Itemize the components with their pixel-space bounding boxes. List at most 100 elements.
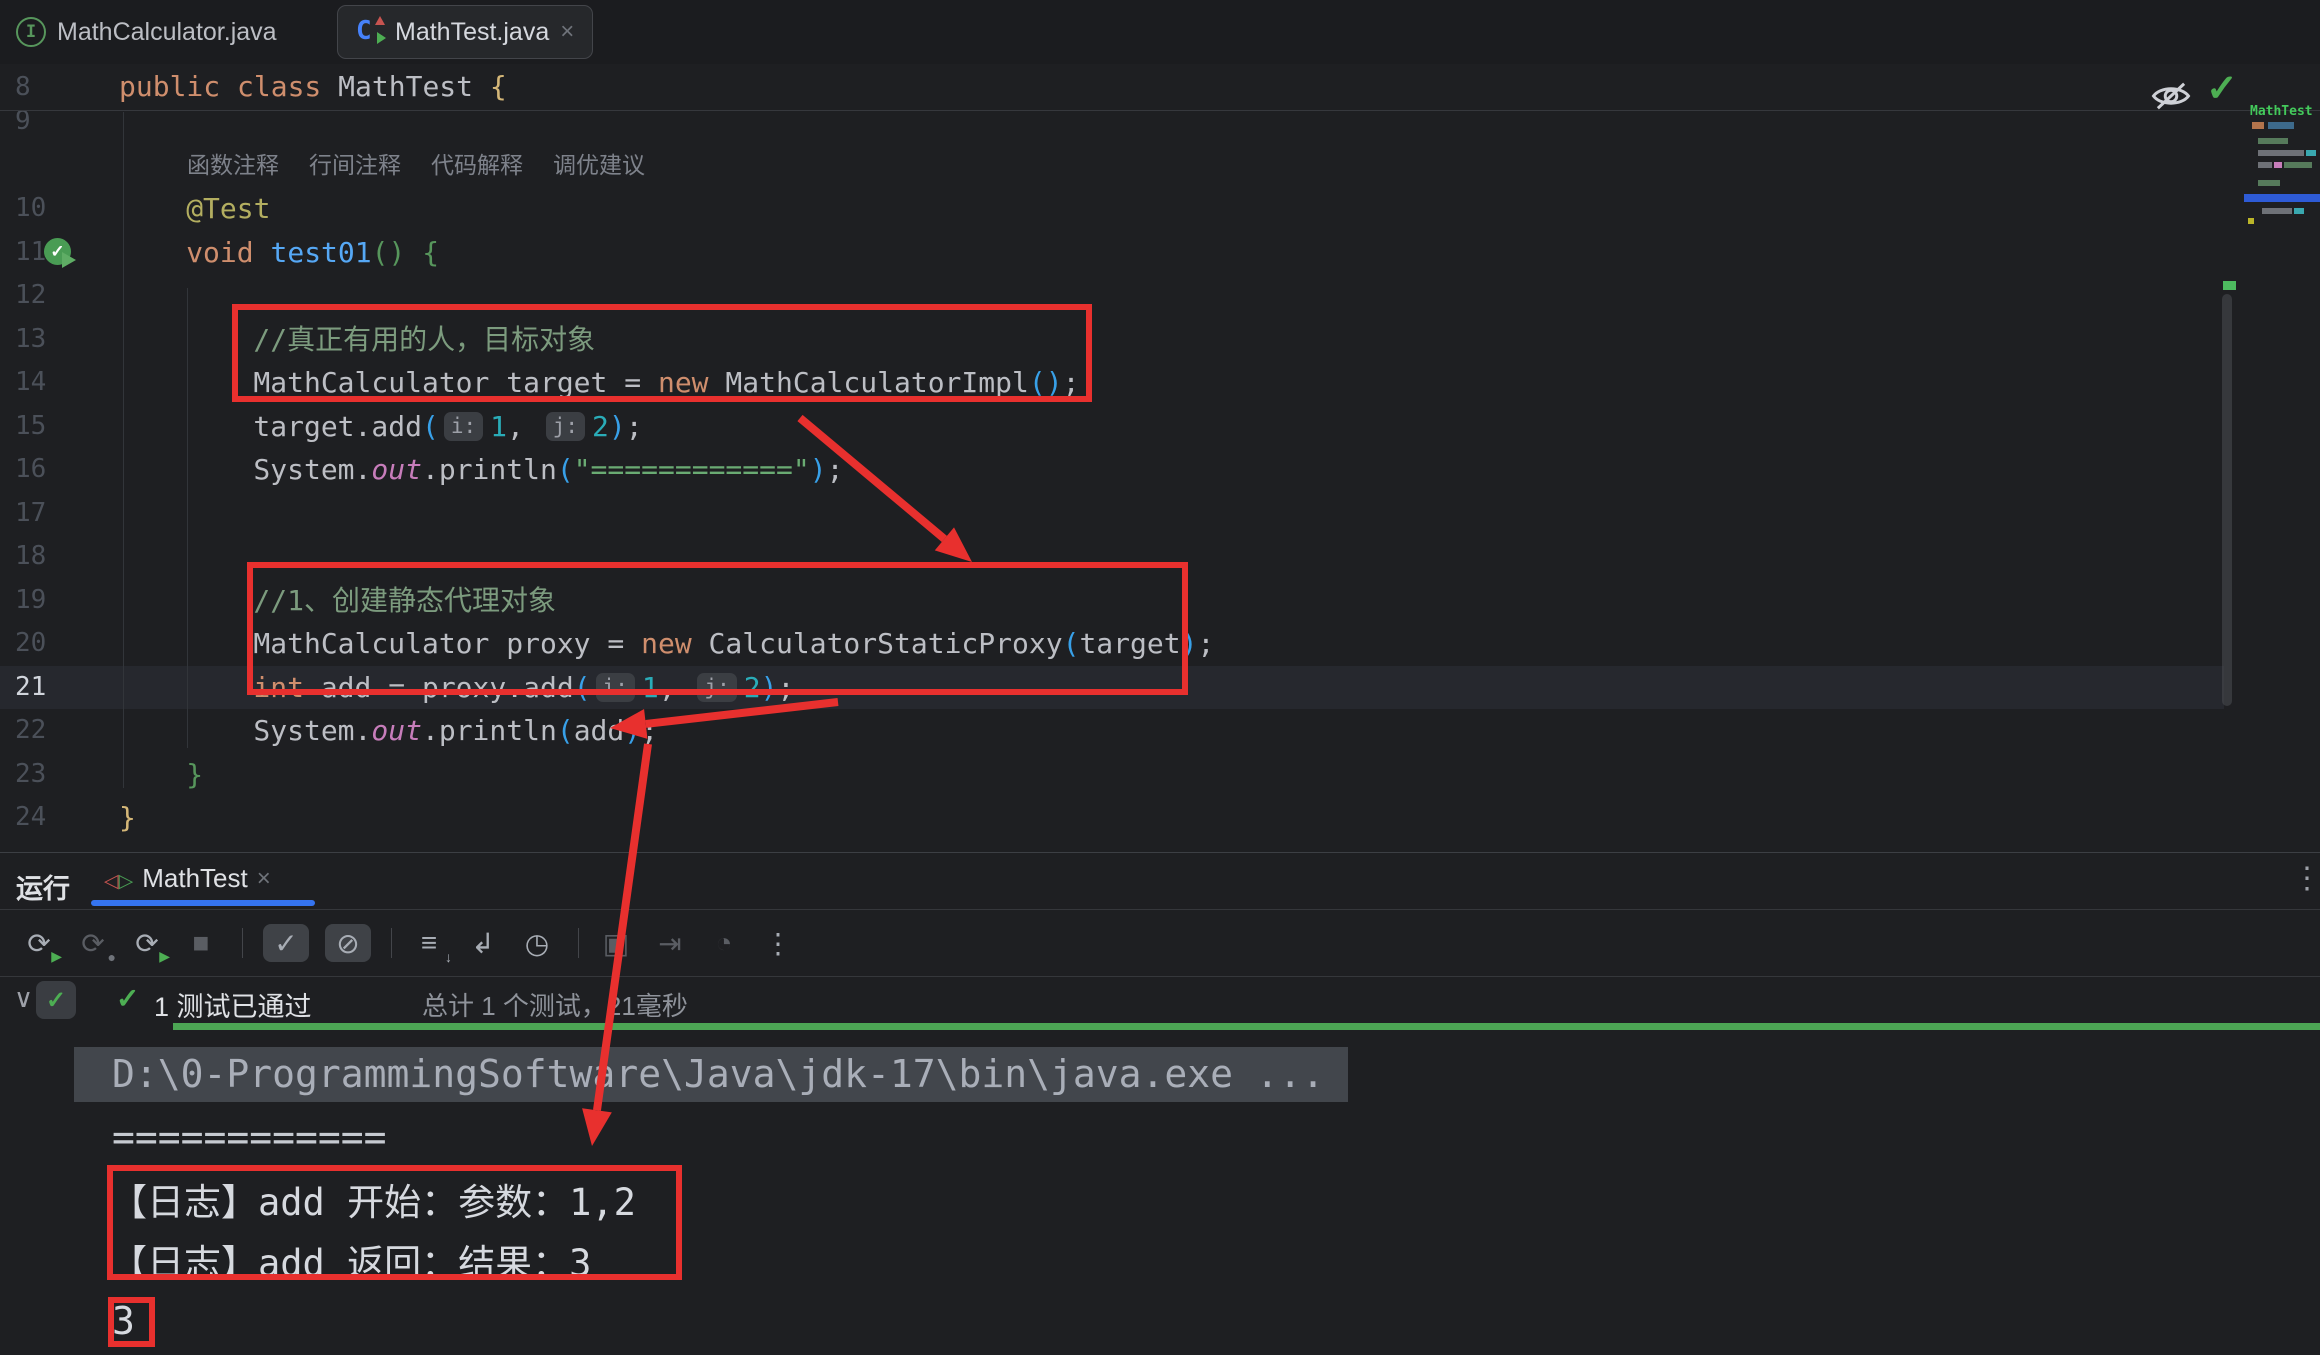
run-tab-label: MathTest <box>142 863 248 894</box>
coverage-button[interactable]: ◔ <box>699 921 749 965</box>
stop-button[interactable]: ■ <box>176 921 226 965</box>
test-root-check-icon[interactable]: ✓ <box>36 981 76 1019</box>
code-line-21[interactable]: 21 int add = proxy.add(i:1, j:2); <box>0 666 2320 710</box>
minimap-code-bar <box>2252 122 2264 129</box>
minimap-code-bar <box>2294 208 2304 214</box>
scrollbar-change-marker <box>2223 281 2236 290</box>
console-result-line: 3 <box>112 1295 135 1347</box>
rerun-tests-button[interactable]: ⟳▶ <box>14 921 64 965</box>
minimap-code-bar <box>2258 138 2288 144</box>
icon-badge: ↓ <box>445 949 452 965</box>
line-number: 14 <box>15 361 85 405</box>
code-text: MathCalculator proxy = new CalculatorSta… <box>253 622 1214 666</box>
show-passed-toggle[interactable]: ✓ <box>263 924 309 962</box>
tests-passed-label: 1 测试已通过 <box>154 985 312 1024</box>
interface-icon: I <box>16 17 46 47</box>
line-number: 10 <box>15 187 85 231</box>
run-tab-mathtest[interactable]: ◁▷ MathTest × <box>104 863 271 894</box>
show-ignored-toggle[interactable]: ⊘ <box>325 924 371 962</box>
passed-check-icon: ✓ <box>116 982 139 1015</box>
tests-summary-label: 总计 1 个测试，21毫秒 <box>422 986 688 1023</box>
test-status-row: ∨ ✓ ✓ 1 测试已通过 总计 1 个测试，21毫秒 <box>0 977 2320 1023</box>
inlay-hint-row[interactable]: 函数注释行间注释代码解释调优建议 <box>0 144 2320 188</box>
collapse-all-button[interactable]: ↲ <box>458 921 508 965</box>
reader-mode-eye-icon[interactable] <box>2150 78 2192 119</box>
line-number: 20 <box>15 622 85 666</box>
line-number: 15 <box>15 405 85 449</box>
rerun-failed-tests-button[interactable]: ⟳● <box>68 921 118 965</box>
more-options-icon[interactable]: ⋮ <box>2292 861 2320 896</box>
code-line-11[interactable]: 11void test01() { <box>0 231 2320 275</box>
parameter-hint-chip: i: <box>444 412 483 441</box>
code-line-24[interactable]: 24} <box>0 796 2320 840</box>
run-panel-title: 运行 <box>16 867 70 906</box>
test-passed-run-icon[interactable]: ✓ <box>44 238 71 265</box>
code-text: void test01() { <box>186 231 439 275</box>
toolbar-separator <box>242 928 243 958</box>
line-number: 13 <box>15 318 85 362</box>
more-options-button[interactable]: ⋮ <box>753 921 803 965</box>
minimap-code-bar <box>2268 122 2294 129</box>
code-line-19[interactable]: 19 //1、创建静态代理对象 <box>0 579 2320 623</box>
code-editor[interactable]: 9函数注释行间注释代码解释调优建议10@Test11void test01() … <box>0 100 2320 840</box>
no-problems-check-icon[interactable]: ✓ <box>2206 66 2238 111</box>
test-class-icon: C <box>356 18 384 46</box>
code-line-23[interactable]: 23} <box>0 753 2320 797</box>
minimap-class-label: MathTest <box>2250 104 2313 119</box>
minimap-code-bar <box>2306 150 2316 156</box>
code-line-17[interactable]: 17 <box>0 492 2320 536</box>
minimap-code-bar <box>2258 162 2272 168</box>
code-line-16[interactable]: 16System.out.println("============"); <box>0 448 2320 492</box>
parameter-hint-chip: j: <box>697 673 736 702</box>
line-number: 12 <box>15 274 85 318</box>
chevron-down-icon[interactable]: ∨ <box>14 983 33 1014</box>
line-number: 21 <box>15 666 85 710</box>
sticky-class-header-line[interactable]: 8 public class MathTest { <box>0 64 2320 111</box>
console-log-start-line: 【日志】add 开始：参数：1,2 <box>110 1176 636 1230</box>
tab-mathtest-java[interactable]: C MathTest.java × <box>337 5 593 59</box>
minimap-code-bar <box>2262 208 2292 214</box>
junit-run-icon: ◁▷ <box>104 863 133 894</box>
icon-badge: ▶ <box>159 948 170 965</box>
code-text: //1、创建静态代理对象 <box>253 579 556 623</box>
test-history-button[interactable]: ◷ <box>512 921 562 965</box>
minimap-code-bar <box>2248 218 2254 224</box>
code-line-20[interactable]: 20 MathCalculator proxy = new CalculatorS… <box>0 622 2320 666</box>
code-line-14[interactable]: 14 MathCalculator target = new MathCalcul… <box>0 361 2320 405</box>
console-log-return-line: 【日志】add 返回：结果：3 <box>110 1237 591 1291</box>
line-number: 19 <box>15 579 85 623</box>
code-text: } <box>186 753 203 797</box>
tab-mathcalculator-java[interactable]: I MathCalculator.java <box>16 0 277 64</box>
editor-scrollbar[interactable] <box>2222 294 2232 706</box>
parameter-hint-chip: j: <box>546 412 585 441</box>
code-line-22[interactable]: 22System.out.println(add); <box>0 709 2320 753</box>
icon-badge: ● <box>108 949 116 965</box>
code-text: System.out.println("============"); <box>253 448 843 492</box>
code-line-12[interactable]: 12 <box>0 274 2320 318</box>
line-number: 8 <box>15 64 85 110</box>
code-text: target.add(i:1, j:2); <box>253 405 642 449</box>
toggle-auto-test-button[interactable]: ⟳▶ <box>122 921 172 965</box>
ide-window: I MathCalculator.java C MathTest.java × … <box>0 0 2320 1355</box>
test-progress-bar <box>173 1023 2320 1030</box>
code-line-15[interactable]: 15 target.add(i:1, j:2); <box>0 405 2320 449</box>
minimap-code-bar <box>2258 180 2280 186</box>
console-java-command-line: D:\0-ProgrammingSoftware\Java\jdk-17\bin… <box>112 1047 1325 1102</box>
ai-inlay-hints[interactable]: 函数注释行间注释代码解释调优建议 <box>187 144 675 188</box>
sort-by-duration-button[interactable]: ≡↓ <box>404 921 454 965</box>
code-text: int add = proxy.add(i:1, j:2); <box>253 666 794 710</box>
tab-label: MathTest.java <box>395 18 549 47</box>
export-test-results-button[interactable]: ⇥ <box>645 921 695 965</box>
toolbar-separator <box>578 928 579 958</box>
code-text: MathCalculator target = new MathCalculat… <box>253 361 1079 405</box>
code-line-13[interactable]: 13//真正有用的人，目标对象 <box>0 318 2320 362</box>
test-toolbar: ⟳▶⟳●⟳▶■✓⊘≡↓↲◷▣⇥◔⋮ <box>14 910 807 976</box>
screenshot-button[interactable]: ▣ <box>591 921 641 965</box>
code-line-10[interactable]: 10@Test <box>0 187 2320 231</box>
code-text: public class MathTest { <box>119 64 507 110</box>
code-line-18[interactable]: 18 <box>0 535 2320 579</box>
icon-badge: ▶ <box>51 948 62 965</box>
active-tab-underline <box>91 900 315 906</box>
close-icon[interactable]: × <box>560 20 574 44</box>
close-icon[interactable]: × <box>257 867 271 891</box>
